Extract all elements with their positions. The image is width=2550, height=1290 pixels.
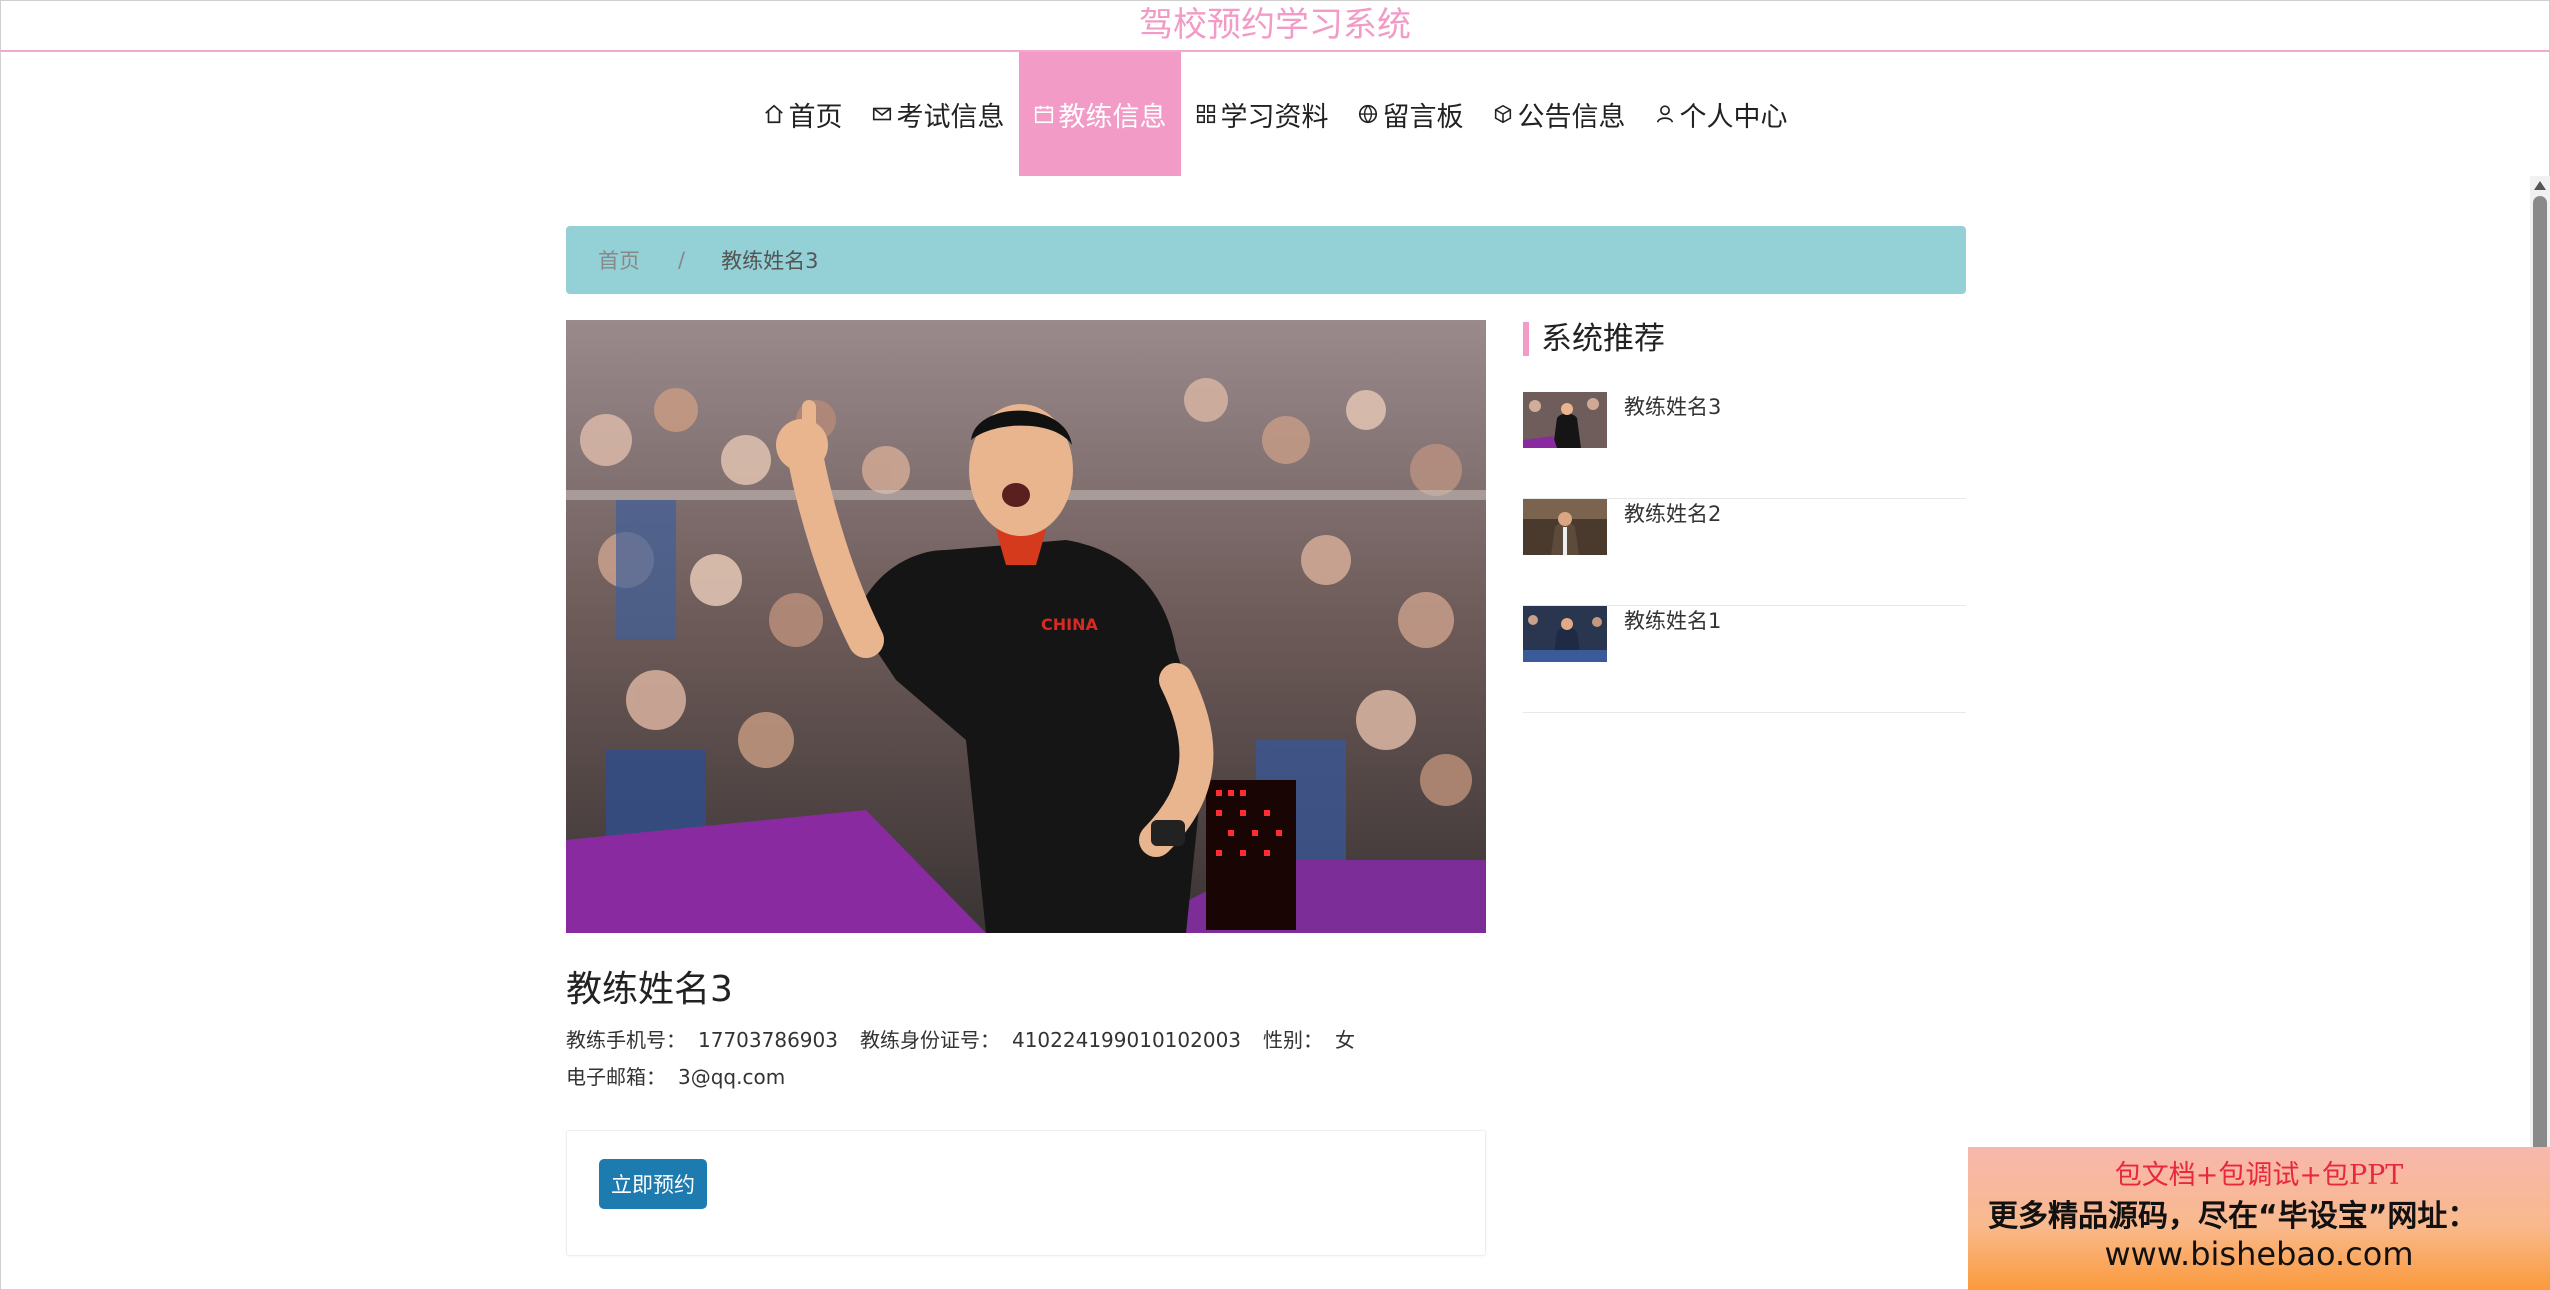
- site-title: 驾校预约学习系统: [0, 0, 2550, 52]
- breadcrumb-home-link[interactable]: 首页: [598, 245, 640, 275]
- recommend-label[interactable]: 教练姓名1: [1624, 606, 1721, 636]
- nav-item-exam[interactable]: 考试信息: [857, 52, 1019, 176]
- breadcrumb-current: 教练姓名3: [721, 249, 819, 273]
- breadcrumb-separator: /: [678, 248, 686, 272]
- recommend-item[interactable]: 教练姓名3: [1523, 392, 1966, 499]
- calendar-icon: [1033, 103, 1055, 125]
- nav-label: 留言板: [1382, 101, 1464, 133]
- email-label: 电子邮箱：: [566, 1065, 666, 1089]
- home-icon: [763, 103, 785, 125]
- nav-item-home[interactable]: 首页: [749, 52, 857, 176]
- nav-item-notice[interactable]: 公告信息: [1478, 52, 1640, 176]
- recommend-item[interactable]: 教练姓名1: [1523, 606, 1966, 713]
- idcard-value: 410224199010102003: [1011, 1028, 1242, 1052]
- recommend-item[interactable]: 教练姓名2: [1523, 499, 1966, 606]
- scrollbar-thumb[interactable]: [2533, 196, 2547, 1281]
- coach-name-heading: 教练姓名3: [566, 969, 733, 1010]
- nav-label: 个人中心: [1679, 101, 1788, 133]
- nav-label: 教练信息: [1058, 101, 1167, 133]
- globe-icon: [1357, 103, 1379, 125]
- coach-photo: CHINA: [566, 320, 1486, 933]
- nav-label: 学习资料: [1220, 101, 1329, 133]
- sidebar-title: 系统推荐: [1523, 322, 1665, 356]
- ad-banner[interactable]: 包文档+包调试+包PPT 更多精品源码，尽在“毕设宝”网址： www.bishe…: [1968, 1147, 2550, 1290]
- gender-label: 性别：: [1263, 1028, 1324, 1052]
- nav-label: 公告信息: [1517, 101, 1626, 133]
- nav-item-materials[interactable]: 学习资料: [1181, 52, 1343, 176]
- nav-item-profile[interactable]: 个人中心: [1640, 52, 1802, 176]
- nav-label: 首页: [788, 101, 843, 133]
- idcard-label: 教练身份证号：: [859, 1028, 1000, 1052]
- svg-text:CHINA: CHINA: [1041, 615, 1098, 634]
- book-now-button[interactable]: 立即预约: [599, 1159, 707, 1209]
- phone-value: 17703786903: [698, 1028, 838, 1052]
- breadcrumb: 首页 / 教练姓名3: [566, 226, 1966, 294]
- cube-icon: [1492, 103, 1514, 125]
- nav-item-board[interactable]: 留言板: [1343, 52, 1478, 176]
- recommend-thumbnail[interactable]: [1523, 499, 1607, 555]
- coach-email-line: 电子邮箱： 3@qq.com: [566, 1061, 807, 1090]
- gender-value: 女: [1335, 1028, 1356, 1052]
- ad-line-1: 包文档+包调试+包PPT: [2114, 1160, 2404, 1191]
- recommend-label[interactable]: 教练姓名2: [1624, 499, 1721, 529]
- coach-info-line: 教练手机号： 17703786903 教练身份证号： 4102241990101020…: [566, 1024, 1377, 1053]
- booking-panel: 立即预约: [566, 1130, 1486, 1256]
- recommend-thumbnail[interactable]: [1523, 392, 1607, 448]
- phone-label: 教练手机号：: [566, 1028, 686, 1052]
- recommend-thumbnail[interactable]: [1523, 606, 1607, 662]
- mail-icon: [871, 103, 893, 125]
- grid-icon: [1195, 103, 1217, 125]
- nav-label: 考试信息: [896, 101, 1005, 133]
- scroll-up-arrow-icon[interactable]: [2534, 181, 2546, 190]
- nav-item-coach[interactable]: 教练信息: [1018, 52, 1181, 176]
- ad-line-3[interactable]: www.bishebao.com: [1968, 1235, 2550, 1273]
- email-value: 3@qq.com: [678, 1065, 786, 1089]
- main-nav: 首页 考试信息 教练信息 学习资料 留言板 公告信息 个人中心: [0, 52, 2550, 176]
- recommend-label[interactable]: 教练姓名3: [1624, 392, 1721, 422]
- user-icon: [1654, 103, 1676, 125]
- ad-line-2: 更多精品源码，尽在“毕设宝”网址：: [1988, 1199, 2478, 1234]
